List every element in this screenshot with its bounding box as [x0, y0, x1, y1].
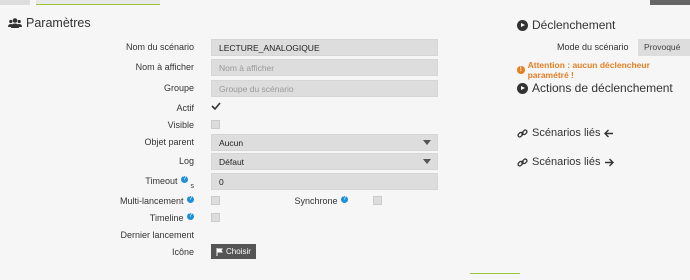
- section-title-label: Paramètres: [26, 16, 91, 30]
- label-synchrone: Synchrone ?: [294, 196, 348, 206]
- tab-left[interactable]: [0, 0, 30, 5]
- play-circle-icon: [517, 82, 528, 94]
- label-timeline-text: Timeline: [149, 213, 184, 223]
- label-multi-lancement: Multi-lancement ?: [120, 196, 194, 206]
- play-circle-icon: [517, 19, 528, 31]
- label-groupe: Groupe: [163, 83, 194, 93]
- select-objet-parent[interactable]: Aucun: [211, 134, 438, 151]
- input-nom-afficher[interactable]: Nom à afficher: [211, 59, 438, 76]
- label-multi-lancement-text: Multi-lancement: [119, 196, 184, 206]
- label-nom-scenario: Nom du scénario: [125, 42, 194, 52]
- row-dernier-lancement: Dernier lancement: [0, 227, 440, 245]
- row-log: Log Défaut: [0, 153, 440, 171]
- label-icone: Icône: [171, 247, 194, 257]
- select-log[interactable]: Défaut: [211, 153, 438, 170]
- label-timeout-text: Timeout: [145, 176, 178, 186]
- label-log: Log: [178, 156, 194, 166]
- tab-right[interactable]: [650, 0, 690, 5]
- link-icon: [517, 157, 528, 167]
- row-timeline: Timeline ?: [0, 210, 440, 228]
- input-nom-scenario[interactable]: LECTURE_ANALOGIQUE: [211, 39, 438, 56]
- arrow-right-icon: [605, 158, 615, 166]
- input-timeout[interactable]: 0: [211, 173, 438, 190]
- label-nom-afficher: Nom à afficher: [135, 62, 194, 72]
- row-timeout: Timeout ? s 0: [0, 173, 440, 191]
- help-icon[interactable]: ?: [341, 196, 348, 203]
- row-visible: Visible: [0, 117, 440, 135]
- label-timeline: Timeline ?: [150, 213, 194, 223]
- label-synchrone-text: Synchrone: [294, 196, 338, 206]
- row-groupe: Groupe Groupe du scénario: [0, 80, 440, 98]
- row-nom-scenario: Nom du scénario LECTURE_ANALOGIQUE: [0, 39, 440, 57]
- input-groupe[interactable]: Groupe du scénario: [211, 80, 438, 97]
- check-icon: [211, 102, 221, 111]
- actif-checkbox[interactable]: [211, 101, 221, 114]
- top-tabs: [0, 0, 690, 5]
- label-actif: Actif: [176, 103, 194, 113]
- label-visible: Visible: [167, 120, 194, 130]
- actions-declenchement-title: Actions de déclenchement: [532, 81, 673, 95]
- warning-text: Attention : aucun déclencheur paramétré …: [527, 60, 650, 80]
- timeline-checkbox[interactable]: [211, 213, 220, 222]
- label-mode-scenario: Mode du scénario: [557, 42, 629, 52]
- row-actif: Actif: [0, 100, 440, 118]
- tab-active[interactable]: [36, 0, 160, 5]
- actions-declenchement-header: Actions de déclenchement: [517, 81, 673, 95]
- row-objet-parent: Objet parent Aucun: [0, 134, 440, 152]
- visible-checkbox[interactable]: [211, 120, 220, 129]
- row-nom-afficher: Nom à afficher Nom à afficher: [0, 59, 440, 77]
- multi-lancement-checkbox[interactable]: [211, 196, 220, 205]
- select-mode-scenario[interactable]: Provoqué: [638, 39, 690, 56]
- label-dernier-lancement: Dernier lancement: [120, 230, 194, 240]
- scenarios-lies-label-2: Scénarios liés: [532, 156, 601, 168]
- help-icon[interactable]: ?: [180, 176, 188, 183]
- exclamation-circle-icon: !: [517, 66, 525, 74]
- section-title: Paramètres: [8, 16, 91, 30]
- warning-message: ! Attention : aucun déclencheur paramétr…: [517, 60, 690, 80]
- choisir-button-label: Choisir: [226, 247, 251, 256]
- declenchement-header: Déclenchement: [517, 18, 615, 32]
- bottom-tab-indicator: [470, 273, 520, 274]
- flag-icon: [216, 247, 223, 256]
- synchrone-checkbox[interactable]: [373, 196, 382, 205]
- choisir-button[interactable]: Choisir: [211, 244, 256, 259]
- arrow-left-icon: [604, 129, 614, 137]
- help-icon[interactable]: ?: [187, 196, 194, 203]
- link-icon: [517, 128, 528, 138]
- declenchement-title: Déclenchement: [532, 18, 616, 32]
- timeout-unit: s: [190, 183, 195, 190]
- label-timeout: Timeout ? s: [145, 176, 194, 190]
- scenarios-lies-suivants[interactable]: Scénarios liés: [517, 156, 615, 168]
- label-objet-parent: Objet parent: [144, 137, 194, 147]
- help-icon[interactable]: ?: [187, 213, 194, 220]
- users-icon: [8, 18, 22, 28]
- row-multi-lancement: Multi-lancement ? Synchrone ?: [0, 193, 440, 211]
- scenarios-lies-label-1: Scénarios liés: [532, 127, 601, 139]
- scenarios-lies-precedents[interactable]: Scénarios liés: [517, 127, 614, 139]
